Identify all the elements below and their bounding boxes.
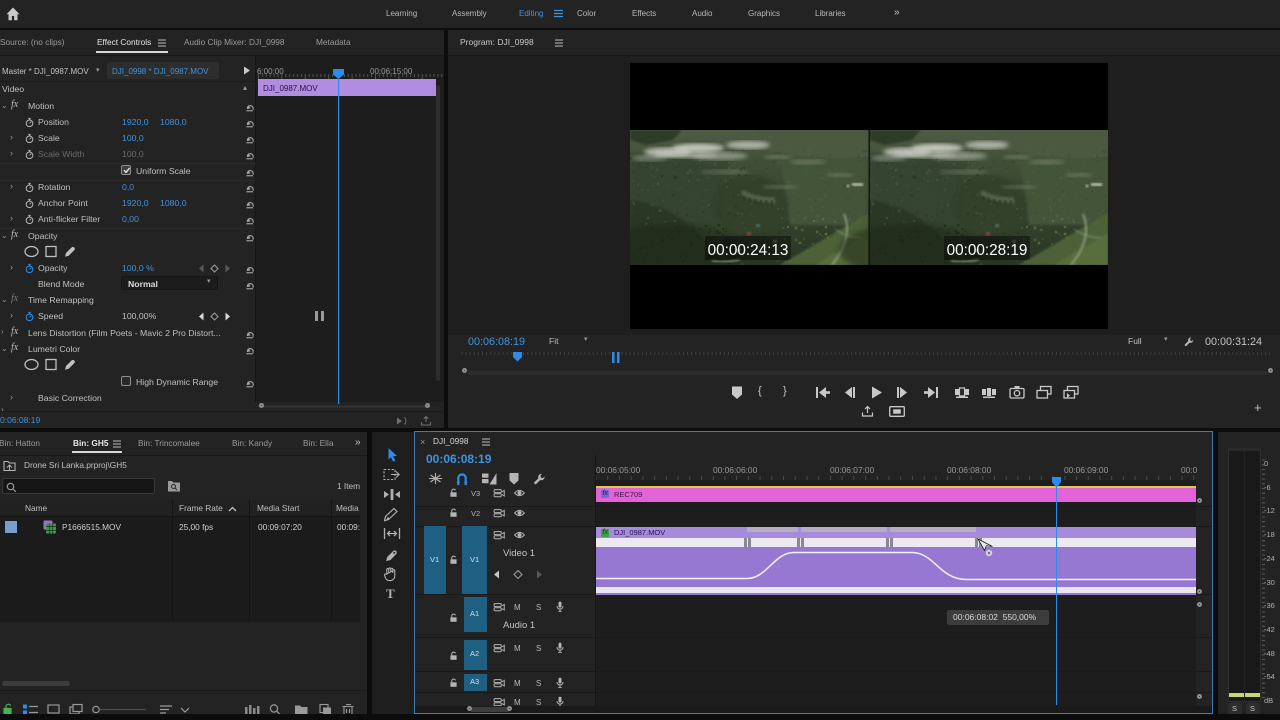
svg-text:DJI_0987.MOV: DJI_0987.MOV [263,84,318,93]
svg-text:00:00:28:19: 00:00:28:19 [947,242,1028,259]
svg-text:00:00:24:13: 00:00:24:13 [708,242,789,259]
